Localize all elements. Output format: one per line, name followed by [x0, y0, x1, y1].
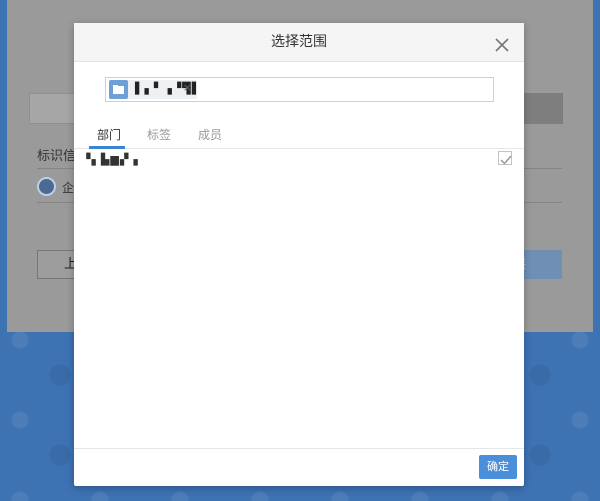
confirm-button[interactable]: 确定: [479, 455, 517, 479]
active-tab-indicator: [89, 146, 125, 149]
department-name: ▝▖▙▆▞▗: [82, 153, 139, 166]
close-button[interactable]: [492, 32, 512, 52]
tab-department[interactable]: 部门: [97, 126, 121, 143]
checkmark-icon: [500, 155, 512, 165]
background-field-label: 标识信: [37, 149, 77, 164]
tab-tags[interactable]: 标签: [147, 126, 171, 143]
selected-items-box[interactable]: ▌▖▘▗▝▜▌ ×: [105, 77, 494, 102]
folder-icon: [109, 80, 128, 99]
org-icon: [37, 177, 56, 196]
scope-tabs: 部门 标签 成员: [74, 118, 524, 149]
close-icon: [495, 38, 509, 52]
list-item[interactable]: ▝▖▙▆▞▗: [74, 150, 524, 172]
dialog-title: 选择范围: [271, 34, 327, 50]
department-checkbox[interactable]: [498, 151, 512, 165]
selected-chip: ▌▖▘▗▝▜▌ ×: [109, 80, 200, 99]
dialog-header: 选择范围: [74, 23, 524, 62]
remove-chip-button[interactable]: ×: [183, 81, 192, 94]
background-org-text: 企: [62, 181, 75, 195]
tab-members[interactable]: 成员: [198, 126, 222, 143]
footer-divider: [74, 448, 524, 449]
select-scope-dialog: 选择范围 ▌▖▘▗▝▜▌ × 部门 标签 成员 ▝▖▙▆▞▗ 确定: [74, 23, 524, 486]
